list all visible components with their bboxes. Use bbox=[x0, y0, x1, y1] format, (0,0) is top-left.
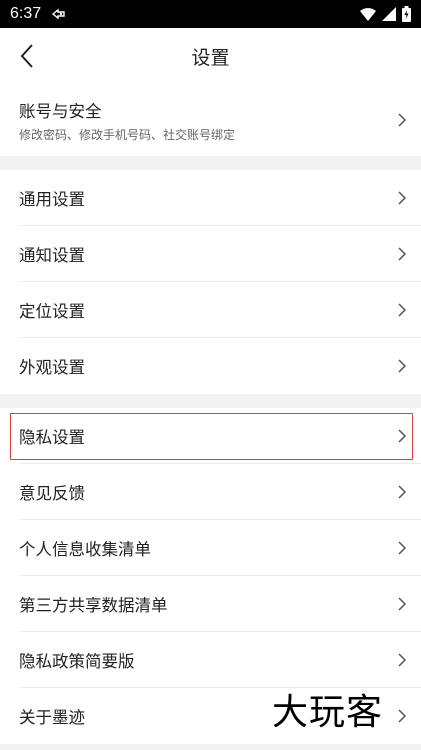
chevron-right-icon bbox=[398, 113, 407, 127]
signal-icon bbox=[382, 7, 396, 21]
general-settings-section: 通用设置 通知设置 定位设置 外观设置 bbox=[0, 170, 421, 394]
list-item-privacy-policy-summary[interactable]: 隐私政策简要版 bbox=[0, 632, 421, 688]
chevron-right-icon bbox=[398, 653, 407, 667]
list-item-label: 关于墨迹 bbox=[19, 708, 85, 727]
page-title: 设置 bbox=[191, 46, 230, 69]
back-button[interactable] bbox=[12, 40, 42, 72]
list-item-feedback[interactable]: 意见反馈 bbox=[0, 464, 421, 520]
list-item-location[interactable]: 定位设置 bbox=[0, 282, 421, 338]
sync-icon bbox=[52, 8, 65, 20]
wifi-icon bbox=[360, 8, 376, 21]
chevron-right-icon bbox=[398, 359, 407, 373]
chevron-right-icon bbox=[398, 303, 407, 317]
list-item-label: 通用设置 bbox=[19, 190, 85, 209]
title-bar: 设置 bbox=[0, 28, 421, 84]
chevron-right-icon bbox=[398, 191, 407, 205]
chevron-right-icon bbox=[398, 485, 407, 499]
list-item-label: 意见反馈 bbox=[19, 484, 85, 503]
battery-charging-icon bbox=[402, 6, 411, 22]
chevron-right-icon bbox=[398, 541, 407, 555]
list-item-appearance[interactable]: 外观设置 bbox=[0, 338, 421, 394]
chevron-right-icon bbox=[398, 597, 407, 611]
status-time: 6:37 bbox=[10, 5, 42, 22]
chevron-right-icon bbox=[398, 247, 407, 261]
list-item-label: 隐私政策简要版 bbox=[19, 652, 135, 671]
list-item-general[interactable]: 通用设置 bbox=[0, 170, 421, 226]
account-security-subtitle: 修改密码、修改手机号码、社交账号绑定 bbox=[19, 127, 236, 142]
account-section: 账号与安全 修改密码、修改手机号码、社交账号绑定 bbox=[0, 84, 421, 156]
chevron-left-icon bbox=[20, 44, 33, 68]
account-security-label: 账号与安全 bbox=[19, 101, 102, 121]
list-item-personal-info-list[interactable]: 个人信息收集清单 bbox=[0, 520, 421, 576]
watermark: 大玩客 bbox=[272, 692, 384, 733]
list-item-label: 外观设置 bbox=[19, 358, 85, 377]
list-item-label: 通知设置 bbox=[19, 246, 85, 265]
list-item-label: 隐私设置 bbox=[19, 428, 85, 447]
list-item-notification[interactable]: 通知设置 bbox=[0, 226, 421, 282]
account-security-item[interactable]: 账号与安全 修改密码、修改手机号码、社交账号绑定 bbox=[0, 84, 421, 156]
list-item-label: 个人信息收集清单 bbox=[19, 540, 151, 559]
list-item-privacy[interactable]: 隐私设置 bbox=[0, 408, 421, 464]
list-item-label: 第三方共享数据清单 bbox=[19, 596, 168, 615]
status-bar: 6:37 bbox=[0, 0, 421, 28]
list-item-third-party-data-list[interactable]: 第三方共享数据清单 bbox=[0, 576, 421, 632]
chevron-right-icon bbox=[398, 709, 407, 723]
chevron-right-icon bbox=[398, 429, 407, 443]
list-item-label: 定位设置 bbox=[19, 302, 85, 321]
